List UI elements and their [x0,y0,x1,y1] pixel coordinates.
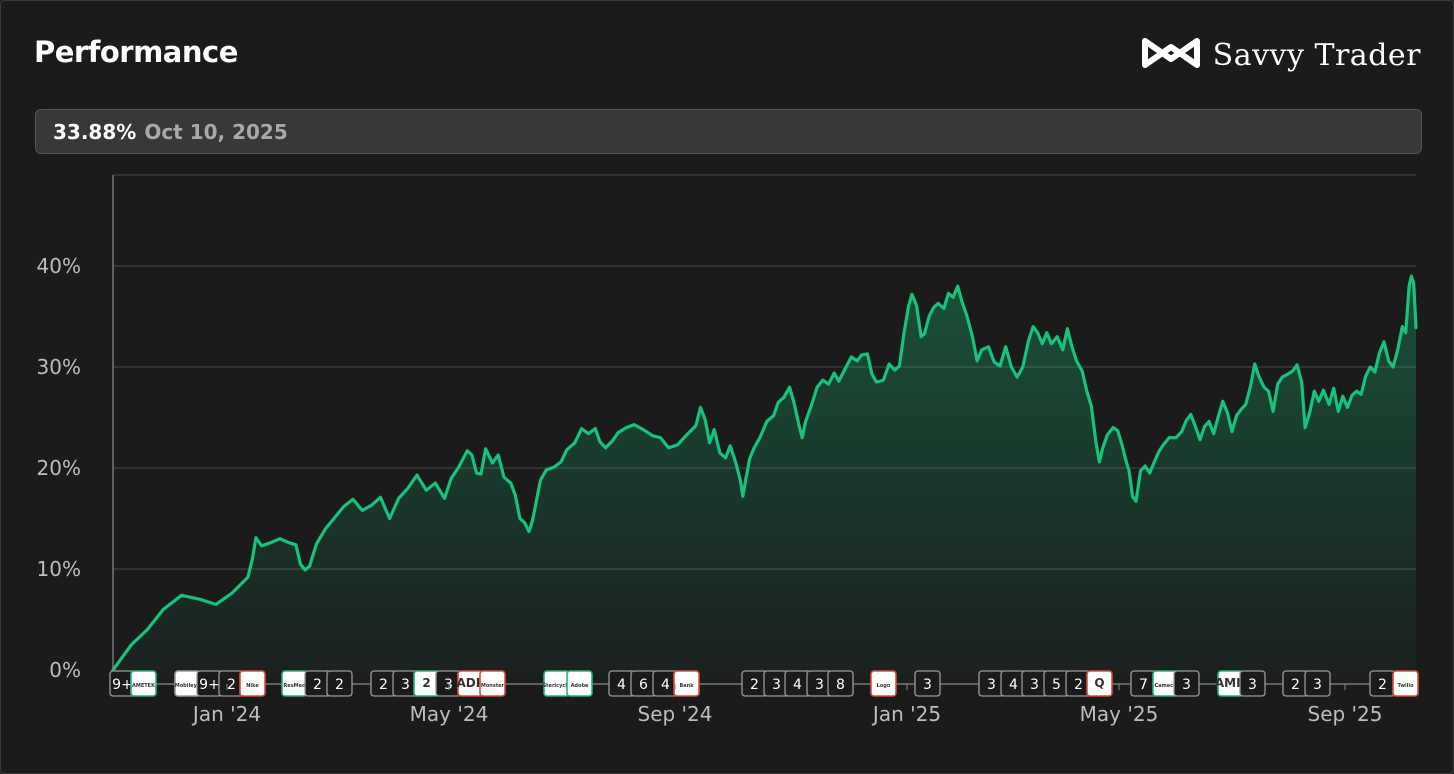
marker-count[interactable]: 3 [1239,670,1266,697]
marker-logo[interactable]: Q [1086,670,1113,697]
marker-logo[interactable]: Adobe [566,670,593,697]
y-tick-label: 0% [49,658,81,682]
marker-count[interactable]: 3 [914,670,941,697]
marker-count-label: 3 [1030,677,1039,693]
marker-logo[interactable]: ResMed [281,670,308,697]
marker-count-label: 4 [661,677,670,693]
marker-logo-label: Bank [679,683,694,689]
marker-count-label: 9+ [199,677,220,693]
marker-count-label: 4 [1009,677,1018,693]
marker-count[interactable]: 9+ [196,670,223,697]
marker-logo-label: Twilio [1397,683,1414,689]
x-tick-label: May '24 [410,702,489,726]
marker-logo[interactable]: 2 [413,670,440,697]
marker-logo-label: Nike [246,683,259,689]
marker-logo[interactable]: Twilio [1392,670,1419,697]
marker-logo-label: Adobe [571,683,589,689]
marker-logo-label: 2 [422,676,430,690]
marker-count[interactable]: 4 [608,670,635,697]
marker-count-label: 4 [617,677,626,693]
marker-count[interactable]: 6 [630,670,657,697]
marker-count-label: 2 [750,677,759,693]
x-tick-label: May '25 [1080,702,1159,726]
marker-count-label: 2 [1378,677,1387,693]
marker-count[interactable]: 3 [978,670,1005,697]
marker-count-label: 2 [335,677,344,693]
marker-count[interactable]: 3 [1304,670,1331,697]
performance-chart[interactable]: 0%10%20%30%40% 9+ AMETEK Mobileye9+ 2 Nike Re… [0,0,1454,774]
marker-logo[interactable]: Bank [673,670,700,697]
marker-logo-label: AMETEK [132,683,156,689]
marker-count-label: 2 [1074,677,1083,693]
area-layer [111,274,1418,682]
y-tick-label: 40% [37,254,81,278]
y-tick-label: 20% [37,456,81,480]
marker-count-label: 3 [1248,677,1257,693]
marker-count-label: 3 [987,677,996,693]
marker-count-label: 9+ [112,677,133,693]
marker-logo[interactable]: Monster [479,670,506,697]
marker-count[interactable]: 2 [304,670,331,697]
marker-count-label: 2 [379,677,388,693]
marker-count[interactable]: 2 [1369,670,1396,697]
marker-count[interactable]: 5 [1043,670,1070,697]
marker-logo-label: Q [1094,676,1104,690]
x-tick-label: Jan '25 [871,702,941,726]
y-axis-ticks: 0% 10% 20% 30% 40% [37,254,81,682]
marker-logo[interactable]: Nike [239,670,266,697]
x-tick-label: Jan '24 [191,702,261,726]
marker-count-label: 3 [815,677,824,693]
marker-count-label: 5 [1052,677,1061,693]
marker-count[interactable]: 8 [827,670,854,697]
marker-logo[interactable]: Logo [870,670,897,697]
marker-count[interactable]: 2 [1282,670,1309,697]
marker-count-label: 6 [639,677,648,693]
marker-count[interactable]: 2 [370,670,397,697]
marker-count[interactable]: 2 [326,670,353,697]
marker-count-label: 2 [1291,677,1300,693]
marker-count-label: 4 [793,677,802,693]
marker-count-label: 3 [1313,677,1322,693]
marker-count-label: 3 [923,677,932,693]
marker-count[interactable]: 3 [1173,670,1200,697]
marker-count-label: 3 [401,677,410,693]
marker-count-label: 8 [836,677,845,693]
marker-count-label: 3 [1182,677,1191,693]
marker-count[interactable]: 4 [784,670,811,697]
marker-logo[interactable]: AMETEK [130,670,157,697]
marker-count-label: 7 [1139,677,1148,693]
event-markers[interactable]: 9+AMETEKMobileye9+2NikeResMed222323ADPMo… [109,670,1419,697]
y-tick-label: 10% [37,557,81,581]
marker-count-label: 2 [313,677,322,693]
marker-count-label: 2 [227,677,236,693]
x-tick-label: Sep '24 [638,702,713,726]
marker-count[interactable]: 3 [1021,670,1048,697]
marker-logo-label: Logo [877,683,891,689]
marker-logo-label: Monster [481,683,505,689]
marker-logo-label: ResMed [283,683,306,689]
series-area [113,276,1416,682]
marker-count-label: 3 [772,677,781,693]
x-tick-label: Sep '25 [1308,702,1383,726]
marker-count[interactable]: 2 [741,670,768,697]
y-tick-label: 30% [37,355,81,379]
